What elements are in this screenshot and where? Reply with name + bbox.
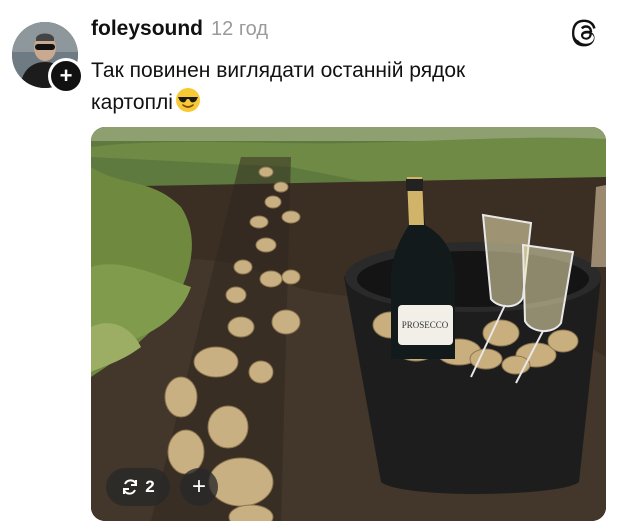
repost-count: 2 [145, 477, 155, 496]
bottle-label-text: PROSECCO [402, 320, 449, 330]
post-header: foleysound 12 год [91, 17, 600, 51]
post-text: Так повинен виглядати останній рядок кар… [91, 55, 561, 119]
add-plus-icon: + [191, 473, 206, 500]
post-text-line-2: картоплі [91, 91, 173, 114]
avatar-container[interactable]: + [12, 22, 84, 94]
thread-post: + foleysound 12 год Так повинен виглядат… [0, 0, 624, 532]
plus-icon: + [59, 63, 73, 88]
post-photo[interactable]: PROSECCO 2 + [91, 127, 606, 521]
post-text-line-1: Так повинен виглядати останній рядок [91, 59, 466, 82]
threads-logo-icon[interactable] [572, 19, 600, 47]
username[interactable]: foleysound [91, 17, 203, 41]
repost-button[interactable]: 2 [106, 468, 170, 506]
post-text-line-2-wrap: картоплі [91, 87, 561, 119]
add-button[interactable]: + [180, 468, 218, 506]
sunglasses-emoji-icon [175, 88, 200, 112]
timestamp: 12 год [211, 18, 269, 40]
follow-plus-button[interactable]: + [48, 58, 84, 94]
repost-icon [123, 479, 138, 495]
